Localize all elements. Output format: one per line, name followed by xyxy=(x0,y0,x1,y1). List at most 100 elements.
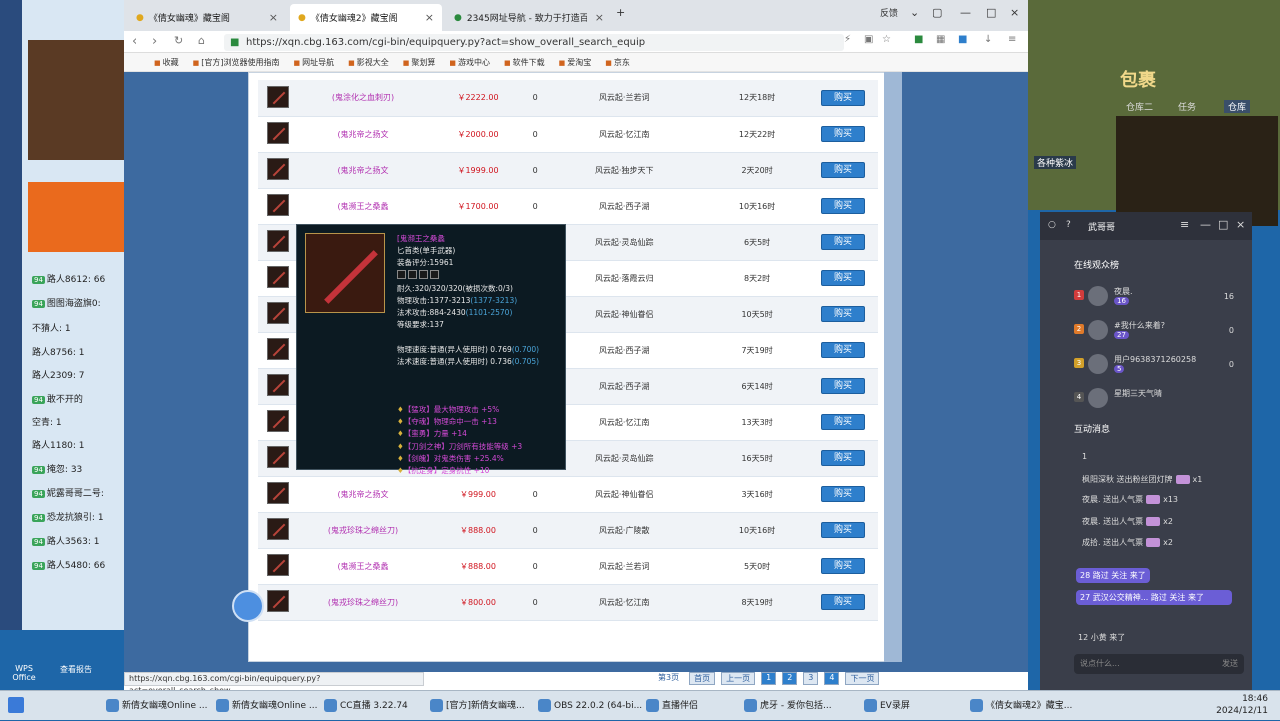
close-icon[interactable]: × xyxy=(425,11,434,24)
weapon-icon[interactable] xyxy=(267,194,289,216)
taskbar-item[interactable]: 新倩女幽魂Online ... xyxy=(214,691,318,721)
tab-2345[interactable]: ● 2345网址导航 - 致力于打造百年 × xyxy=(446,4,612,31)
table-row[interactable]: (鬼兆帝之扬文 ￥999.00 0 风云起·神仙眷侣 3天16时 购买 xyxy=(258,476,878,512)
first-page-button[interactable]: 首页 xyxy=(689,672,716,685)
buy-button[interactable]: 购买 xyxy=(821,270,865,286)
bookmark-item[interactable]: 收藏 xyxy=(154,57,179,68)
buy-button[interactable]: 购买 xyxy=(821,198,865,214)
new-tab-button[interactable]: + xyxy=(616,6,625,19)
maximize-button[interactable]: □ xyxy=(986,6,996,19)
buy-button[interactable]: 购买 xyxy=(821,162,865,178)
start-icon[interactable] xyxy=(8,697,24,713)
feedback-button[interactable]: 反馈 xyxy=(880,6,898,19)
floating-assistant-button[interactable] xyxy=(232,590,264,622)
next-page-button[interactable]: 下一页 xyxy=(845,672,880,685)
close-window-button[interactable]: × xyxy=(1010,6,1019,19)
page-3-button[interactable]: 3 xyxy=(803,672,819,685)
buy-button[interactable]: 购买 xyxy=(821,414,865,430)
forward-icon[interactable]: › xyxy=(152,34,157,49)
weapon-icon[interactable] xyxy=(267,85,289,108)
table-row[interactable]: (鬼濒王之桑蠡 ￥888.00 0 风云起·兰若词 5天0时 购买 xyxy=(258,548,878,584)
send-button[interactable]: 发送 xyxy=(1222,654,1238,674)
viewer-row[interactable]: 3 用户9638371260258 5 0 xyxy=(1074,352,1244,380)
translate-icon[interactable]: ■ xyxy=(958,34,967,45)
clock[interactable]: 18:46 2024/12/11 xyxy=(1216,693,1268,717)
item-name[interactable]: (鬼兆帝之扬文 xyxy=(298,152,428,188)
tab-cbg-2[interactable]: ● 《倩女幽魂2》藏宝阁 × xyxy=(290,4,442,31)
weapon-icon[interactable] xyxy=(267,590,289,612)
weapon-icon[interactable] xyxy=(267,230,289,252)
download-icon[interactable]: ↓ xyxy=(984,34,992,45)
weapon-icon[interactable] xyxy=(267,554,289,576)
bookmark-item[interactable]: 京东 xyxy=(605,57,630,68)
taskbar-item[interactable]: CC直播 3.22.74 xyxy=(322,691,422,721)
weapon-icon[interactable] xyxy=(267,302,289,324)
back-icon[interactable]: ‹ xyxy=(132,34,137,49)
item-name[interactable]: (鬼濒王之桑蠡 xyxy=(298,188,428,224)
buy-button[interactable]: 购买 xyxy=(821,558,865,574)
tab-cbg-1[interactable]: ● 《倩女幽魂》藏宝阁 × xyxy=(128,4,286,31)
table-row[interactable]: (鬼戎珍珠之绵丝刀) ￥800.00 0 风云起·忆江南 8天19时 购买 xyxy=(258,584,878,620)
screenshot-icon[interactable]: ▣ xyxy=(864,34,873,45)
viewer-row[interactable]: 1 夜晨. 16 16 xyxy=(1074,284,1244,312)
minimize-button[interactable]: — xyxy=(1200,218,1211,231)
buy-button[interactable]: 购买 xyxy=(821,89,865,106)
extension-icon[interactable]: ■ xyxy=(914,34,923,45)
table-row[interactable]: (鬼戎珍珠之绵丝刀) ￥888.00 0 风云起·广陵散 10天16时 购买 xyxy=(258,512,878,548)
chat-input[interactable]: 说点什么... 发送 xyxy=(1074,654,1244,674)
menu-icon[interactable]: ≡ xyxy=(1180,218,1189,231)
report-icon[interactable]: 查看报告 xyxy=(56,664,96,675)
taskbar-item[interactable]: OBS 22.0.2 (64-bi... xyxy=(536,691,642,721)
close-icon[interactable]: × xyxy=(269,11,278,24)
taskbar-item[interactable]: 《倩女幽魂2》藏宝... xyxy=(968,691,1072,721)
wps-icon[interactable]: WPS Office xyxy=(4,664,44,682)
buy-button[interactable]: 购买 xyxy=(821,522,865,538)
buy-button[interactable]: 购买 xyxy=(821,126,865,142)
viewer-row[interactable]: 2 #我什么来着? 27 0 xyxy=(1074,318,1244,346)
taskbar-item[interactable]: 虎牙 - 爱你包括... xyxy=(742,691,840,721)
buy-button[interactable]: 购买 xyxy=(821,486,865,502)
page-1-button[interactable]: 1 xyxy=(761,672,777,685)
weapon-icon[interactable] xyxy=(267,446,289,468)
bookmark-item[interactable]: 爱淘宝 xyxy=(559,57,591,68)
inventory-grid[interactable] xyxy=(1116,116,1278,226)
buy-button[interactable]: 购买 xyxy=(821,594,865,610)
chevron-down-icon[interactable]: ⌄ xyxy=(910,6,919,19)
table-row[interactable]: (鬼兆帝之扬文 ￥1999.00 0 风云起·独步天下 2天20时 购买 xyxy=(258,152,878,188)
bookmark-item[interactable]: 游戏中心 xyxy=(449,57,490,68)
weapon-icon[interactable] xyxy=(267,122,289,144)
taskbar-item[interactable]: EV录屏 xyxy=(862,691,942,721)
bookmark-item[interactable]: 网址导航 xyxy=(294,57,334,68)
tab-bag-2[interactable]: 仓库二 xyxy=(1126,100,1153,113)
viewer-row[interactable]: 4 星期三天气晴 xyxy=(1074,386,1244,408)
taskbar-item[interactable]: 直播伴侣 xyxy=(644,691,730,721)
prev-page-button[interactable]: 上一页 xyxy=(721,672,756,685)
buy-button[interactable]: 购买 xyxy=(821,306,865,322)
taskbar-item[interactable]: 新倩女幽魂Online ... xyxy=(104,691,212,721)
bookmark-item[interactable]: 聚划算 xyxy=(403,57,435,68)
maximize-button[interactable]: □ xyxy=(1218,218,1228,231)
reload-icon[interactable]: ↻ xyxy=(174,34,183,47)
url-input[interactable]: ■ https://xqn.cbg.163.com/cgi-bin/equipqu… xyxy=(224,34,844,51)
gift-panel[interactable] xyxy=(28,182,124,252)
lightning-icon[interactable]: ⚡ xyxy=(844,34,851,45)
menu-icon[interactable]: ≡ xyxy=(1008,34,1016,45)
item-name[interactable]: (鬼涂化之血刺刃) xyxy=(298,80,428,116)
home-icon[interactable]: ⌂ xyxy=(198,34,205,47)
item-name[interactable]: (鬼濒王之桑蠡 xyxy=(298,548,428,584)
item-name[interactable]: (鬼戎珍珠之绵丝刀) xyxy=(298,584,428,620)
weapon-icon[interactable] xyxy=(267,518,289,540)
page-2-button[interactable]: 2 xyxy=(782,672,798,685)
chat-icon[interactable]: ○ xyxy=(1048,220,1056,230)
tab-warehouse[interactable]: 仓库 xyxy=(1224,100,1251,113)
help-icon[interactable]: ? xyxy=(1066,220,1071,230)
table-row[interactable]: (鬼涂化之血刺刃) ￥2222.00 0 风云起·兰若词 12天18时 购买 xyxy=(258,80,878,116)
item-name[interactable]: (鬼兆帝之扬文 xyxy=(298,476,428,512)
bookmark-item[interactable]: 软件下载 xyxy=(504,57,545,68)
weapon-icon[interactable] xyxy=(267,158,289,180)
page-4-button[interactable]: 4 xyxy=(824,672,840,685)
weapon-icon[interactable] xyxy=(267,482,289,504)
tab-task[interactable]: 任务 xyxy=(1178,100,1196,113)
weapon-icon[interactable] xyxy=(267,374,289,396)
table-row[interactable]: (鬼濒王之桑蠡 ￥1700.00 0 风云起·西子湖 10天16时 购买 xyxy=(258,188,878,224)
